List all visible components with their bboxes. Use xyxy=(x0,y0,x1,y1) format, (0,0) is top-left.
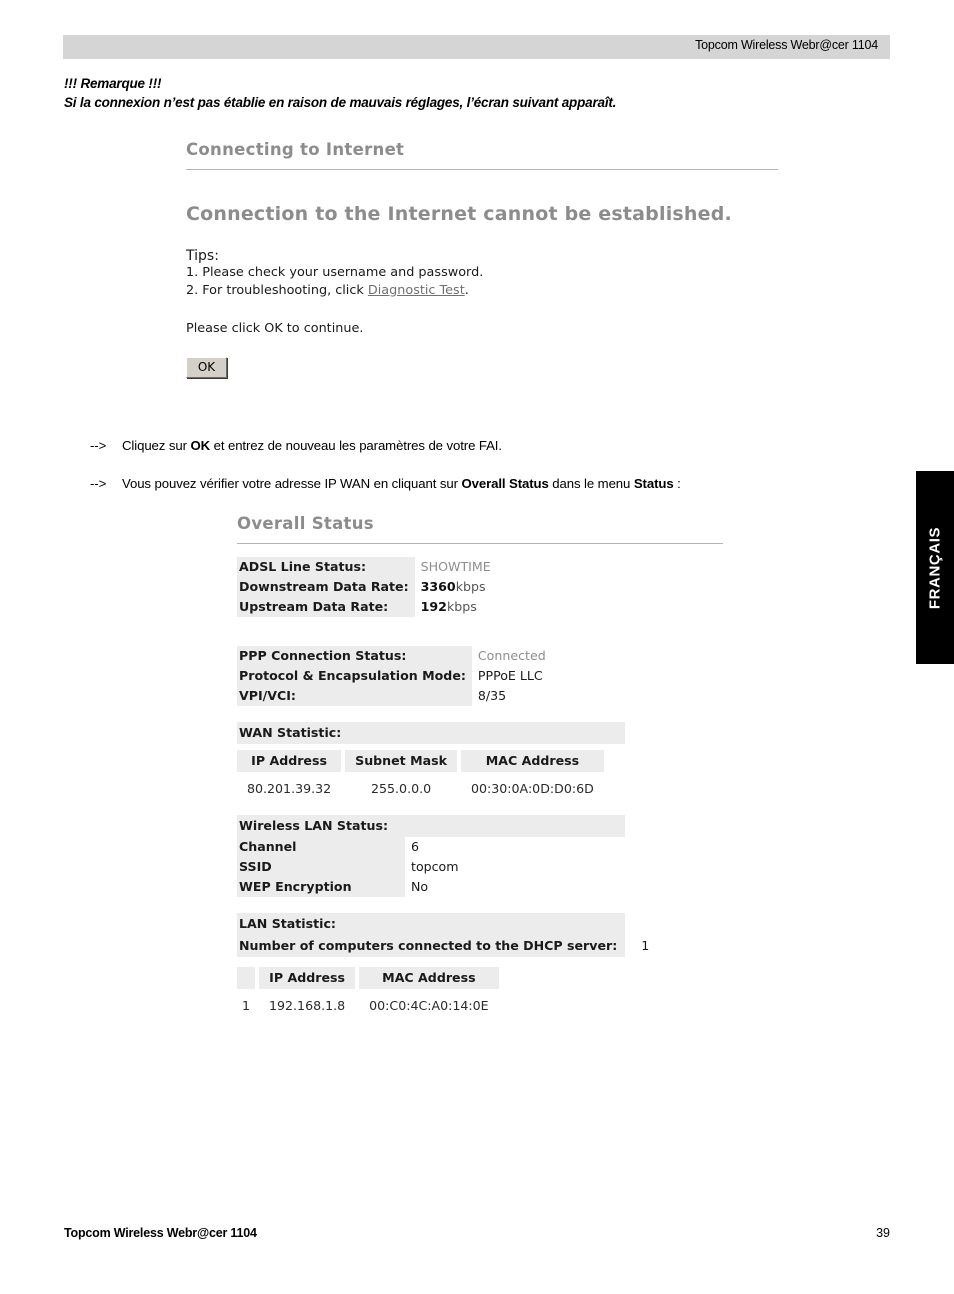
remark-title: !!! Remarque !!! xyxy=(64,76,162,91)
wan-cell-subnet-mask: 255.0.0.0 xyxy=(371,781,432,796)
tip-2-prefix: 2. For troubleshooting, click xyxy=(186,282,368,298)
dhcp-count-label: Number of computers connected to the DHC… xyxy=(237,935,626,957)
diagnostic-test-link[interactable]: Diagnostic Test xyxy=(368,283,465,298)
arrow-marker: --> xyxy=(90,438,107,453)
instruction-2-bold-status: Status xyxy=(633,476,674,491)
overall-status-divider xyxy=(237,543,723,544)
instruction-2-bold-overall-status: Overall Status xyxy=(461,476,549,491)
wan-col-subnet-mask: Subnet Mask xyxy=(345,750,457,772)
wan-statistic-table: IP Address Subnet Mask MAC Address 80.20… xyxy=(233,750,608,799)
instruction-1-part-1: Cliquez sur xyxy=(122,438,191,453)
dhcp-count-value: 1 xyxy=(641,938,650,953)
remark-text: Si la connexion n’est pas établie en rai… xyxy=(64,95,617,110)
table-row: SSID topcom xyxy=(237,857,459,877)
connecting-screen-title: Connecting to Internet xyxy=(186,140,405,159)
wlan-ssid-value: topcom xyxy=(411,859,459,874)
upstream-rate-number: 192 xyxy=(420,599,447,614)
language-tab-francais: FRANÇAIS xyxy=(916,471,954,664)
footer-product-name: Topcom Wireless Webr@cer 1104 xyxy=(64,1226,257,1240)
lan-cell-mac-address: 00:C0:4C:A0:14:0E xyxy=(369,998,489,1013)
wlan-wep-encryption-value: No xyxy=(411,879,429,894)
table-header-row: IP Address MAC Address xyxy=(237,967,499,989)
wlan-channel-label: Channel xyxy=(237,837,405,857)
footer-page-number: 39 xyxy=(876,1226,890,1240)
instruction-1-bold-ok: OK xyxy=(190,438,211,453)
ppp-status-table: PPP Connection Status: Connected Protoco… xyxy=(237,646,546,706)
table-row: Downstream Data Rate: 3360kbps xyxy=(237,577,491,597)
connection-error-headline: Connection to the Internet cannot be est… xyxy=(186,203,732,225)
language-tab-label: FRANÇAIS xyxy=(926,526,944,609)
upstream-rate-label: Upstream Data Rate: xyxy=(237,597,415,617)
table-row: PPP Connection Status: Connected xyxy=(237,646,546,666)
wan-statistic-section-label: WAN Statistic: xyxy=(237,722,625,744)
table-row: ADSL Line Status: SHOWTIME xyxy=(237,557,491,577)
wan-col-ip-address: IP Address xyxy=(237,750,342,772)
tip-2-suffix: . xyxy=(464,282,469,298)
upstream-rate-unit: kbps xyxy=(446,599,477,614)
instruction-line-2: --> Vous pouvez vérifier votre adresse IP… xyxy=(90,476,681,491)
page-footer: Topcom Wireless Webr@cer 1104 39 xyxy=(64,1226,890,1244)
table-row: Upstream Data Rate: 192kbps xyxy=(237,597,491,617)
table-row: Channel 6 xyxy=(237,837,459,857)
downstream-rate-unit: kbps xyxy=(455,579,486,594)
table-row: 1 192.168.1.8 00:C0:4C:A0:14:0E xyxy=(237,989,499,1016)
wan-cell-mac-address: 00:30:0A:0D:D0:6D xyxy=(471,781,594,796)
wireless-lan-table: Channel 6 SSID topcom WEP Encryption No xyxy=(237,837,459,897)
vpi-vci-label: VPI/VCI: xyxy=(237,686,472,706)
ok-button[interactable]: OK xyxy=(186,357,227,378)
lan-statistic-table: IP Address MAC Address 1 192.168.1.8 00:… xyxy=(233,967,503,1016)
lan-col-ip-address: IP Address xyxy=(259,967,356,989)
upstream-rate-value: 192kbps xyxy=(415,597,491,617)
adsl-status-table: ADSL Line Status: SHOWTIME Downstream Da… xyxy=(237,557,491,617)
lan-col-index xyxy=(237,967,256,989)
wlan-wep-encryption-label: WEP Encryption xyxy=(237,877,405,897)
instruction-1-part-2: et entrez de nouveau les paramètres de v… xyxy=(210,438,502,453)
wan-cell-ip-address: 80.201.39.32 xyxy=(247,781,332,796)
protocol-encapsulation-label: Protocol & Encapsulation Mode: xyxy=(237,666,472,686)
table-row: Protocol & Encapsulation Mode: PPPoE LLC xyxy=(237,666,546,686)
tip-item-1: 1. Please check your username and passwo… xyxy=(186,265,484,280)
vpi-vci-value: 8/35 xyxy=(477,688,507,703)
instruction-2-part-1: Vous pouvez vérifier votre adresse IP WA… xyxy=(122,476,462,491)
lan-cell-ip-address: 192.168.1.8 xyxy=(269,998,346,1013)
wan-col-mac-address: MAC Address xyxy=(461,750,604,772)
lan-statistic-section-label: LAN Statistic: xyxy=(237,913,625,935)
table-row: WEP Encryption No xyxy=(237,877,459,897)
instruction-2-part-3: : xyxy=(673,476,681,491)
tips-label: Tips: xyxy=(186,248,219,264)
downstream-rate-number: 3360 xyxy=(420,579,456,594)
table-row: 80.201.39.32 255.0.0.0 00:30:0A:0D:D0:6D xyxy=(237,772,604,799)
downstream-rate-label: Downstream Data Rate: xyxy=(237,577,415,597)
protocol-encapsulation-value: PPPoE LLC xyxy=(477,668,543,683)
instruction-line-1: --> Cliquez sur OK et entrez de nouveau l… xyxy=(90,438,502,453)
table-header-row: IP Address Subnet Mask MAC Address xyxy=(237,750,604,772)
tip-item-2: 2. For troubleshooting, click Diagnostic… xyxy=(186,282,786,300)
overall-status-title: Overall Status xyxy=(237,514,374,533)
ppp-connection-status-value: Connected xyxy=(477,648,546,663)
ppp-connection-status-label: PPP Connection Status: xyxy=(237,646,472,666)
adsl-line-status-label: ADSL Line Status: xyxy=(237,557,415,577)
connecting-to-internet-screenshot: Connecting to Internet Connection to the… xyxy=(186,140,786,378)
connecting-screen-divider xyxy=(186,169,778,170)
please-click-ok-text: Please click OK to continue. xyxy=(186,321,364,336)
arrow-marker: --> xyxy=(90,476,107,491)
wlan-channel-value: 6 xyxy=(411,839,420,854)
overall-status-screenshot: Overall Status ADSL Line Status: SHOWTIM… xyxy=(237,514,737,1016)
lan-cell-index: 1 xyxy=(242,998,251,1013)
remark-block: !!! Remarque !!! Si la connexion n’est p… xyxy=(64,74,864,112)
downstream-rate-value: 3360kbps xyxy=(415,577,491,597)
wireless-lan-section-label: Wireless LAN Status: xyxy=(237,815,625,837)
instruction-2-part-2: dans le menu xyxy=(548,476,634,491)
lan-col-mac-address: MAC Address xyxy=(359,967,499,989)
page-running-header: Topcom Wireless Webr@cer 1104 xyxy=(63,35,890,59)
running-header-text: Topcom Wireless Webr@cer 1104 xyxy=(695,38,878,52)
wlan-ssid-label: SSID xyxy=(237,857,405,877)
dhcp-count-row: Number of computers connected to the DHC… xyxy=(237,935,737,957)
table-row: VPI/VCI: 8/35 xyxy=(237,686,546,706)
adsl-line-status-value: SHOWTIME xyxy=(420,559,491,574)
